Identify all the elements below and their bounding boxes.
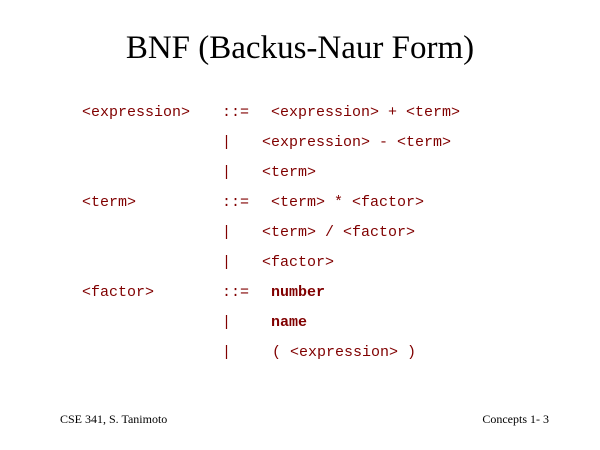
- rule-operator: |: [222, 344, 232, 361]
- rule-operator: |: [222, 164, 232, 181]
- rule-production: <factor>: [262, 254, 335, 271]
- rule-production: <term> / <factor>: [262, 224, 416, 241]
- grammar-rule-row: <factor> ::= number: [0, 283, 600, 303]
- rule-nonterminal: <expression>: [82, 104, 191, 121]
- grammar-rule-row: <expression> ::= <expression> + <term>: [0, 103, 600, 123]
- rule-production: <expression> + <term>: [271, 104, 461, 121]
- rule-production: <expression> - <term>: [262, 134, 452, 151]
- grammar-rule-row: <term> ::= <term> * <factor>: [0, 193, 600, 213]
- grammar-rule-row: | ( <expression> ): [0, 343, 600, 363]
- rule-production: ( <expression> ): [272, 344, 417, 361]
- grammar-rule-row: | <term>: [0, 163, 600, 183]
- grammar-rule-row: | <factor>: [0, 253, 600, 273]
- grammar-rule-row: | <term> / <factor>: [0, 223, 600, 243]
- footer-slide-number: Concepts 1- 3: [482, 412, 549, 426]
- footer-course-author: CSE 341, S. Tanimoto: [60, 412, 168, 426]
- rule-operator: ::=: [222, 194, 250, 211]
- slide: BNF (Backus-Naur Form) <expression> ::= …: [0, 0, 600, 450]
- rule-operator: |: [222, 254, 232, 271]
- rule-production-terminal: number: [271, 284, 326, 301]
- rule-operator: ::=: [222, 284, 250, 301]
- rule-production-terminal: name: [271, 314, 308, 331]
- rule-operator: |: [222, 314, 232, 331]
- grammar-rule-row: | name: [0, 313, 600, 333]
- rule-operator: |: [222, 134, 232, 151]
- bnf-grammar: <expression> ::= <expression> + <term> |…: [0, 0, 600, 450]
- rule-production: <term>: [262, 164, 317, 181]
- rule-operator: ::=: [222, 104, 250, 121]
- rule-nonterminal: <term>: [82, 194, 137, 211]
- grammar-rule-row: | <expression> - <term>: [0, 133, 600, 153]
- rule-nonterminal: <factor>: [82, 284, 155, 301]
- rule-production: <term> * <factor>: [271, 194, 425, 211]
- rule-operator: |: [222, 224, 232, 241]
